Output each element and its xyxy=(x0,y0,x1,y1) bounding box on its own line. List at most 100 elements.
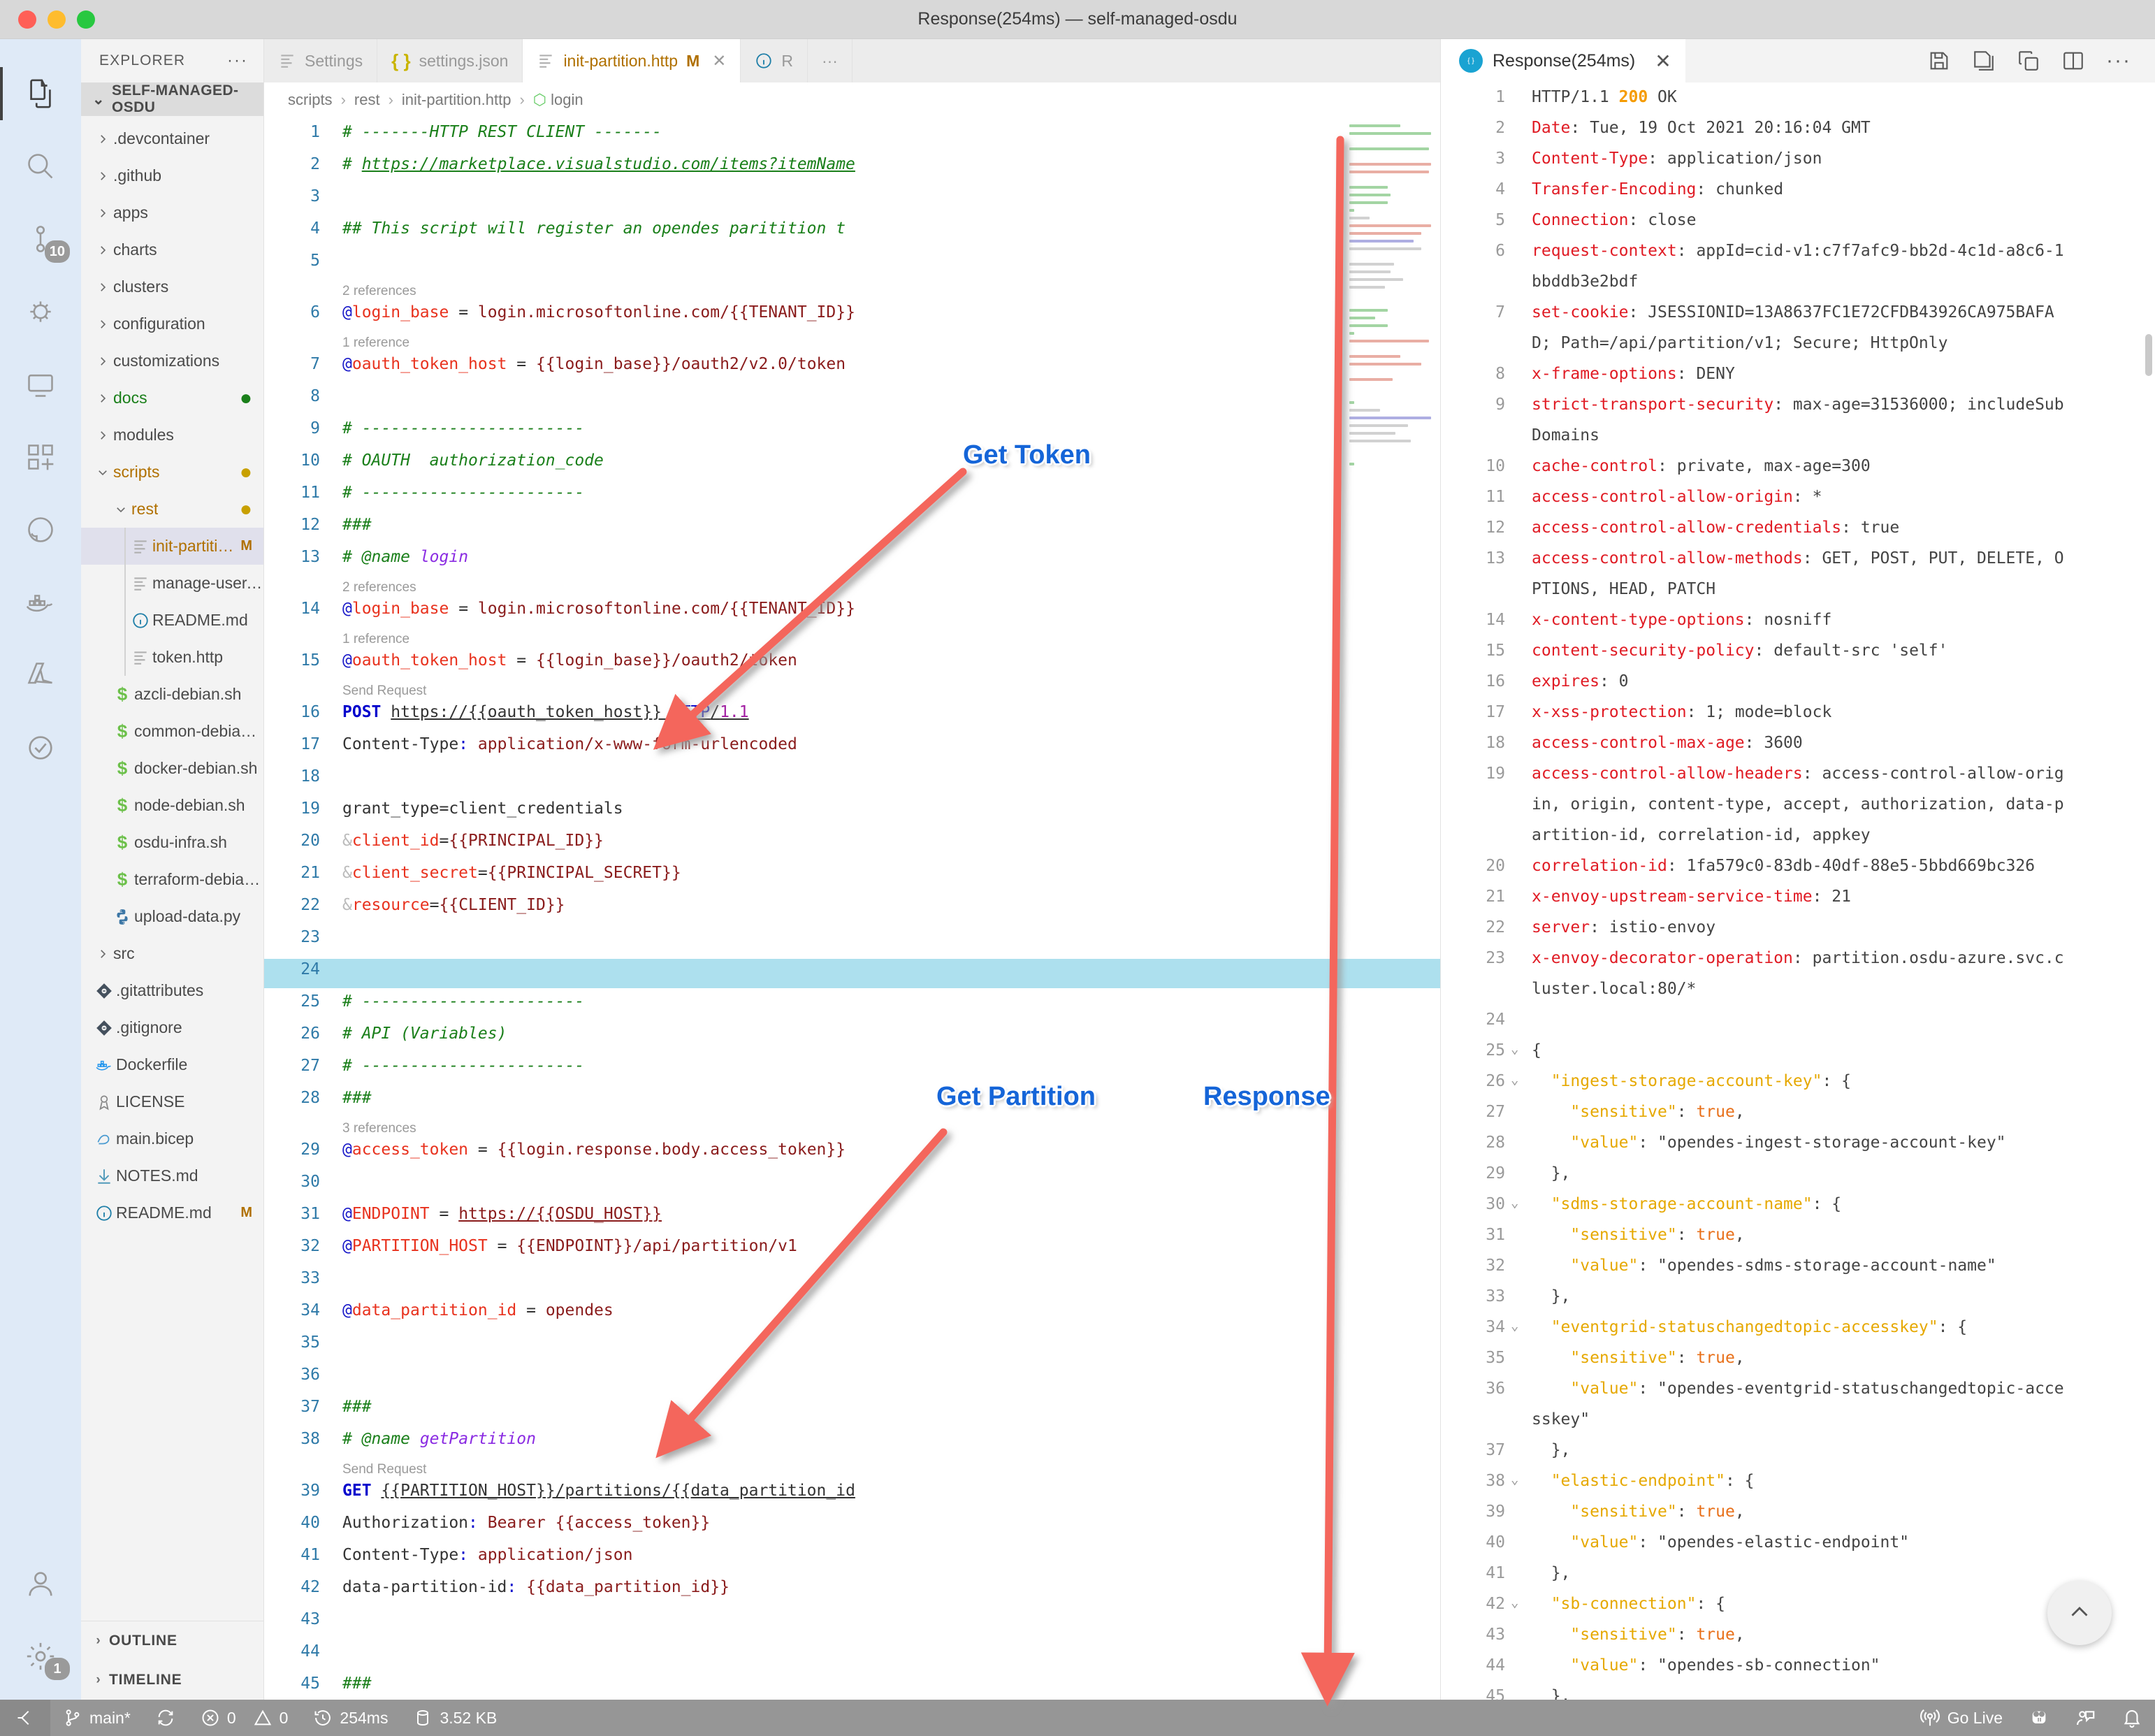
go-live[interactable]: Go Live xyxy=(1907,1700,2015,1736)
response-line-wrapped[interactable]: sskey" xyxy=(1532,1410,1590,1428)
activity-explorer[interactable] xyxy=(0,57,81,130)
tree-item--gitattributes[interactable]: .gitattributes xyxy=(81,972,263,1009)
sync-changes[interactable] xyxy=(143,1700,188,1736)
response-line[interactable]: access-control-allow-methods: GET, POST,… xyxy=(1532,549,2064,567)
code-line[interactable]: # ----------------------- xyxy=(342,484,584,502)
tab-settings-json[interactable]: { } settings.json xyxy=(377,39,523,82)
activity-accounts[interactable] xyxy=(0,1547,81,1620)
response-line[interactable]: cache-control: private, max-age=300 xyxy=(1532,457,1871,475)
response-line[interactable]: "elastic-endpoint": { xyxy=(1532,1472,1755,1490)
save-all-icon[interactable] xyxy=(1972,49,1996,73)
response-line[interactable]: x-envoy-decorator-operation: partition.o… xyxy=(1532,949,2064,967)
tab-response[interactable]: { } Response(254ms) ✕ xyxy=(1441,39,1685,82)
tree-item-readme-md[interactable]: README.md M xyxy=(81,1194,263,1231)
tree-item-clusters[interactable]: clusters xyxy=(81,268,263,305)
code-line[interactable]: &client_secret={{PRINCIPAL_SECRET}} xyxy=(342,864,681,882)
response-line[interactable]: Date: Tue, 19 Oct 2021 20:16:04 GMT xyxy=(1532,119,1871,137)
code-line[interactable]: &resource={{CLIENT_ID}} xyxy=(342,896,565,914)
response-line[interactable]: correlation-id: 1fa579c0-83db-40df-88e5-… xyxy=(1532,857,2035,875)
response-line[interactable]: Content-Type: application/json xyxy=(1532,150,1822,168)
response-line[interactable]: }, xyxy=(1532,1564,1571,1582)
response-line[interactable]: strict-transport-security: max-age=31536… xyxy=(1532,396,2064,414)
code-line[interactable]: @ENDPOINT = https://{{OSDU_HOST}} xyxy=(342,1205,662,1223)
code-line[interactable]: @oauth_token_host = {{login_base}}/oauth… xyxy=(342,355,846,373)
code-line[interactable]: ## This script will register an opendes … xyxy=(342,219,846,238)
response-line[interactable]: access-control-allow-headers: access-con… xyxy=(1532,765,2064,783)
response-line[interactable]: "sdms-storage-account-name": { xyxy=(1532,1195,1841,1213)
tab-settings[interactable]: Settings xyxy=(264,39,378,82)
response-line[interactable]: HTTP/1.1 200 OK xyxy=(1532,88,1677,106)
feedback[interactable] xyxy=(2063,1700,2109,1736)
fold-chevron-icon[interactable]: ⌄ xyxy=(1511,1472,1518,1487)
code-line[interactable]: &client_id={{PRINCIPAL_ID}} xyxy=(342,832,604,850)
tree-item-configuration[interactable]: configuration xyxy=(81,305,263,342)
code-line[interactable]: POST https://{{oauth_token_host}} HTTP/1… xyxy=(342,703,749,721)
response-line-wrapped[interactable]: D; Path=/api/partition/v1; Secure; HttpO… xyxy=(1532,334,1947,352)
tree-item-init-partition-http[interactable]: init-partition.httpM xyxy=(81,528,263,565)
code-line[interactable]: @login_base = login.microsoftonline.com/… xyxy=(342,600,855,618)
response-line[interactable]: "value": "opendes-elastic-endpoint" xyxy=(1532,1533,1909,1551)
response-line[interactable]: access-control-allow-credentials: true xyxy=(1532,519,1899,537)
section-timeline[interactable]: › TIMELINE xyxy=(81,1661,263,1700)
tree-item-charts[interactable]: charts xyxy=(81,231,263,268)
tree-item-scripts[interactable]: scripts ● xyxy=(81,454,263,491)
breadcrumb-item[interactable]: scripts xyxy=(288,91,333,109)
response-line[interactable]: "sensitive": true, xyxy=(1532,1226,1744,1244)
breadcrumb-item[interactable]: rest xyxy=(354,91,380,109)
breadcrumb-item[interactable]: init-partition.http xyxy=(402,91,511,109)
response-size[interactable]: 3.52 KB xyxy=(400,1700,509,1736)
response-line[interactable]: access-control-max-age: 3600 xyxy=(1532,734,1803,752)
tree-item-osdu-infra-sh[interactable]: $ osdu-infra.sh xyxy=(81,824,263,861)
maximize-window-button[interactable] xyxy=(77,10,95,29)
codelens-send-request[interactable]: Send Request xyxy=(342,1462,426,1477)
response-line[interactable]: "sensitive": true, xyxy=(1532,1626,1744,1644)
save-icon[interactable] xyxy=(1927,49,1951,73)
more-icon[interactable]: ··· xyxy=(2106,49,2131,73)
activity-source-control[interactable]: 10 xyxy=(0,203,81,275)
activity-remote-explorer[interactable] xyxy=(0,348,81,421)
response-line[interactable]: "sensitive": true, xyxy=(1532,1103,1744,1121)
response-line-wrapped[interactable]: PTIONS, HEAD, PATCH xyxy=(1532,580,1715,598)
response-line-wrapped[interactable]: luster.local:80/* xyxy=(1532,980,1696,998)
response-line[interactable]: "eventgrid-statuschangedtopic-accesskey"… xyxy=(1532,1318,1967,1336)
minimap[interactable] xyxy=(1345,117,1440,1700)
close-icon[interactable]: ✕ xyxy=(712,51,726,71)
tree-item-customizations[interactable]: customizations xyxy=(81,342,263,379)
response-duration[interactable]: 254ms xyxy=(300,1700,400,1736)
response-line[interactable]: Transfer-Encoding: chunked xyxy=(1532,180,1783,198)
fold-chevron-icon[interactable]: ⌄ xyxy=(1511,1318,1518,1333)
response-line[interactable]: x-xss-protection: 1; mode=block xyxy=(1532,703,1831,721)
tree-item-main-bicep[interactable]: main.bicep xyxy=(81,1120,263,1157)
activity-run-and-debug[interactable] xyxy=(0,275,81,348)
scroll-to-top-button[interactable] xyxy=(2047,1581,2112,1645)
hubot[interactable] xyxy=(2015,1700,2063,1736)
notifications[interactable] xyxy=(2109,1700,2155,1736)
fold-chevron-icon[interactable]: ⌄ xyxy=(1511,1195,1518,1210)
response-line[interactable]: "ingest-storage-account-key": { xyxy=(1532,1072,1851,1090)
codelens-references[interactable]: 3 references xyxy=(342,1121,416,1136)
tree-item-azcli-debian-sh[interactable]: $ azcli-debian.sh xyxy=(81,676,263,713)
code-line[interactable]: @data_partition_id = opendes xyxy=(342,1301,614,1319)
close-icon[interactable]: ✕ xyxy=(1655,50,1671,73)
tree-item-token-http[interactable]: token.http xyxy=(81,639,263,676)
tree-item-docs[interactable]: docs ● xyxy=(81,379,263,417)
response-line[interactable]: }, xyxy=(1532,1687,1571,1700)
code-line[interactable]: Content-Type: application/json xyxy=(342,1546,632,1564)
tree-item-dockerfile[interactable]: Dockerfile xyxy=(81,1046,263,1083)
split-editor-icon[interactable] xyxy=(2061,49,2085,73)
code-line[interactable]: ### xyxy=(342,1398,372,1416)
explorer-root-folder[interactable]: ⌄ SELF-MANAGED-OSDU xyxy=(81,82,263,116)
response-line[interactable]: }, xyxy=(1532,1287,1571,1305)
codelens-references[interactable]: 2 references xyxy=(342,284,416,299)
response-line[interactable]: "value": "opendes-sb-connection" xyxy=(1532,1656,1880,1674)
response-line[interactable]: expires: 0 xyxy=(1532,672,1629,690)
tree-item--gitignore[interactable]: .gitignore xyxy=(81,1009,263,1046)
tree-item-node-debian-sh[interactable]: $ node-debian.sh xyxy=(81,787,263,824)
section-outline[interactable]: › OUTLINE xyxy=(81,1621,263,1661)
fold-chevron-icon[interactable]: ⌄ xyxy=(1511,1595,1518,1610)
response-line[interactable]: Connection: close xyxy=(1532,211,1696,229)
code-line[interactable]: ### xyxy=(342,516,372,534)
tree-item-notes-md[interactable]: NOTES.md xyxy=(81,1157,263,1194)
response-line[interactable]: request-context: appId=cid-v1:c7f7afc9-b… xyxy=(1532,242,2064,260)
code-line[interactable]: # https://marketplace.visualstudio.com/i… xyxy=(342,155,855,173)
